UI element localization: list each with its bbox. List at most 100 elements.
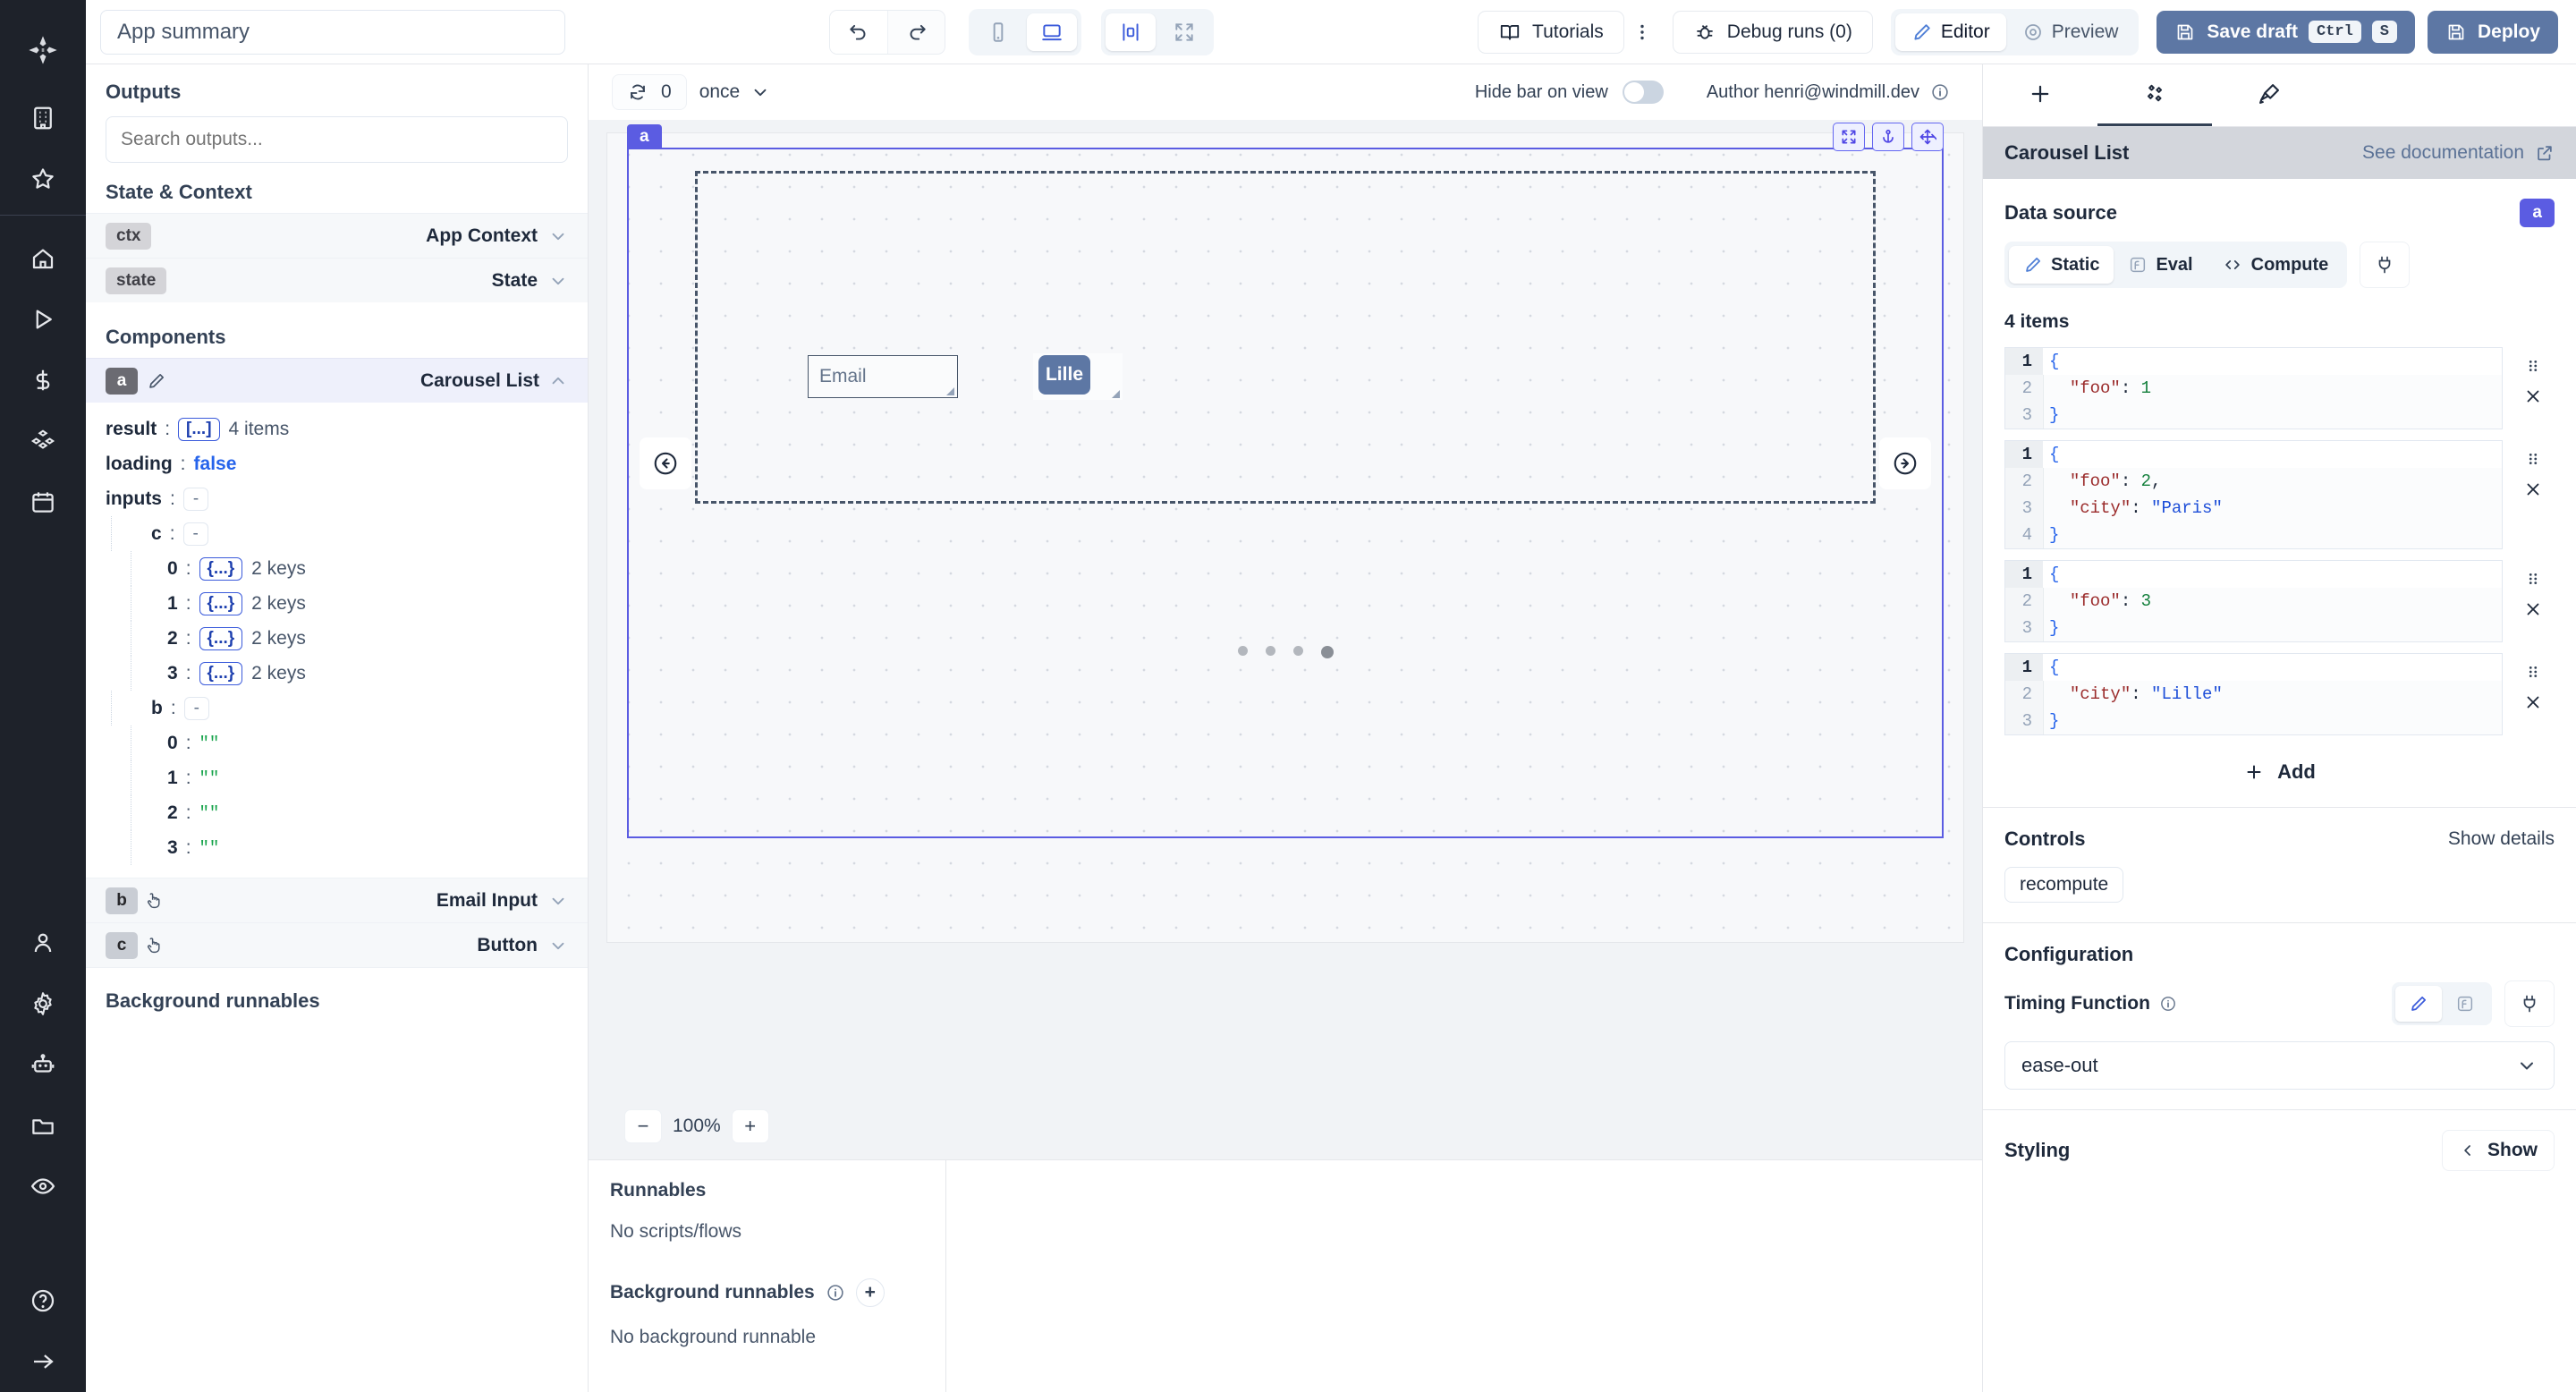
- search-outputs-input[interactable]: [106, 116, 568, 163]
- zoom-in-button[interactable]: +: [732, 1109, 769, 1143]
- chevron-down-icon[interactable]: [548, 226, 568, 246]
- timing-plug-icon[interactable]: [2504, 980, 2555, 1027]
- editor-mode-button[interactable]: Editor: [1895, 13, 2006, 51]
- output-chip[interactable]: {...}: [199, 592, 243, 615]
- folder-icon[interactable]: [0, 1095, 86, 1156]
- carousel-dot[interactable]: [1293, 646, 1303, 656]
- preview-mode-button[interactable]: Preview: [2006, 13, 2135, 51]
- state-row-ctx[interactable]: ctx App Context: [86, 213, 588, 258]
- component-row-button[interactable]: c Button: [86, 922, 588, 967]
- output-tree-row[interactable]: 0:"": [131, 726, 588, 760]
- play-icon[interactable]: [0, 289, 86, 350]
- tutorials-button[interactable]: Tutorials: [1478, 11, 1624, 54]
- output-tree-row[interactable]: c:-: [111, 516, 588, 551]
- tab-add-component[interactable]: [1983, 64, 2097, 126]
- drag-handle-icon[interactable]: [2523, 356, 2543, 376]
- output-tree-row[interactable]: 2:{...}2 keys: [131, 621, 588, 656]
- chevron-down-icon[interactable]: [548, 891, 568, 911]
- zoom-out-button[interactable]: −: [624, 1109, 662, 1143]
- info-icon[interactable]: [2159, 995, 2177, 1013]
- tab-styling[interactable]: [2212, 64, 2326, 126]
- output-tree-row[interactable]: 3:"": [131, 830, 588, 865]
- recompute-chip[interactable]: recompute: [2004, 867, 2123, 903]
- remove-item-icon[interactable]: [2523, 480, 2543, 499]
- building-icon[interactable]: [0, 88, 86, 149]
- anchor-icon[interactable]: [1872, 123, 1904, 151]
- resize-handle[interactable]: [946, 387, 954, 395]
- home-icon[interactable]: [0, 228, 86, 289]
- mode-compute-button[interactable]: Compute: [2207, 246, 2343, 284]
- dollar-icon[interactable]: [0, 350, 86, 411]
- plug-icon[interactable]: [2360, 242, 2410, 288]
- arrow-right-icon[interactable]: [0, 1331, 86, 1392]
- output-chip[interactable]: [...]: [178, 418, 220, 441]
- windmill-logo-icon[interactable]: [0, 13, 86, 88]
- output-tree-row[interactable]: 0:{...}2 keys: [131, 551, 588, 586]
- output-chip[interactable]: -: [184, 697, 209, 720]
- json-editor[interactable]: 1{2 "city": "Lille"3}: [2004, 653, 2503, 735]
- frequency-select[interactable]: once: [699, 81, 771, 103]
- pencil-icon[interactable]: [147, 371, 166, 391]
- output-tree-row[interactable]: 3:{...}2 keys: [131, 656, 588, 691]
- remove-item-icon[interactable]: [2523, 386, 2543, 406]
- viewport-desktop-button[interactable]: [1027, 13, 1077, 51]
- user-icon[interactable]: [0, 912, 86, 973]
- redo-button[interactable]: [887, 11, 945, 54]
- robot-icon[interactable]: [0, 1034, 86, 1095]
- debug-runs-button[interactable]: Debug runs (0): [1673, 11, 1873, 54]
- add-background-runnable-button[interactable]: +: [856, 1278, 885, 1307]
- move-icon[interactable]: [1911, 123, 1944, 151]
- hide-bar-on-view[interactable]: Hide bar on view: [1475, 81, 1664, 104]
- calendar-icon[interactable]: [0, 471, 86, 532]
- output-tree-row[interactable]: loading:false: [86, 446, 588, 481]
- json-editor[interactable]: 1{2 "foo": 2,3 "city": "Paris"4}: [2004, 440, 2503, 549]
- output-tree-row[interactable]: 1:{...}2 keys: [131, 586, 588, 621]
- output-tree-row[interactable]: b:-: [111, 691, 588, 726]
- resize-handle[interactable]: [1112, 390, 1120, 398]
- cubes-icon[interactable]: [0, 411, 86, 471]
- carousel-next-button[interactable]: [1879, 437, 1931, 489]
- styling-show-button[interactable]: Show: [2442, 1130, 2555, 1171]
- output-tree-row[interactable]: inputs:-: [86, 481, 588, 516]
- drag-handle-icon[interactable]: [2523, 449, 2543, 469]
- output-tree-row[interactable]: result:[...]4 items: [86, 412, 588, 446]
- remove-item-icon[interactable]: [2523, 692, 2543, 712]
- undo-button[interactable]: [830, 11, 887, 54]
- carousel-dot[interactable]: [1266, 646, 1275, 656]
- carousel-dot[interactable]: [1238, 646, 1248, 656]
- center-align-button[interactable]: [1106, 13, 1156, 51]
- fullscreen-button[interactable]: [1159, 13, 1209, 51]
- carousel-dot[interactable]: [1321, 646, 1334, 658]
- chevron-down-icon[interactable]: [548, 271, 568, 291]
- show-details-button[interactable]: Show details: [2448, 828, 2555, 850]
- hide-bar-toggle[interactable]: [1623, 81, 1664, 104]
- app-title-input[interactable]: [100, 10, 565, 55]
- output-chip[interactable]: -: [183, 488, 208, 511]
- star-icon[interactable]: [0, 149, 86, 209]
- mode-static-button[interactable]: Static: [2009, 246, 2114, 284]
- timing-static-button[interactable]: [2395, 986, 2442, 1022]
- output-chip[interactable]: {...}: [199, 627, 243, 650]
- output-tree-row[interactable]: 2:"": [131, 795, 588, 830]
- more-options-button[interactable]: [1624, 11, 1660, 54]
- add-item-button[interactable]: Add: [1983, 741, 2576, 807]
- expand-icon[interactable]: [1833, 123, 1865, 151]
- drag-handle-icon[interactable]: [2523, 662, 2543, 682]
- eye-icon[interactable]: [0, 1156, 86, 1217]
- json-editor[interactable]: 1{2 "foo": 13}: [2004, 347, 2503, 429]
- gear-icon[interactable]: [0, 973, 86, 1034]
- email-input-field[interactable]: Email: [808, 355, 958, 398]
- output-tree-row[interactable]: 1:"": [131, 760, 588, 795]
- viewport-mobile-button[interactable]: [973, 13, 1023, 51]
- chevron-up-icon[interactable]: [548, 371, 568, 391]
- see-documentation-link[interactable]: See documentation: [2362, 142, 2555, 164]
- info-icon[interactable]: [826, 1283, 845, 1303]
- recompute-all-button[interactable]: 0: [612, 74, 687, 110]
- info-icon[interactable]: [1930, 82, 1950, 102]
- lille-button[interactable]: Lille: [1038, 355, 1090, 395]
- help-circle-icon[interactable]: [0, 1270, 86, 1331]
- output-chip[interactable]: -: [183, 522, 208, 546]
- tab-component-settings[interactable]: [2097, 64, 2212, 126]
- mode-eval-button[interactable]: Eval: [2114, 246, 2207, 284]
- output-chip[interactable]: {...}: [199, 662, 243, 685]
